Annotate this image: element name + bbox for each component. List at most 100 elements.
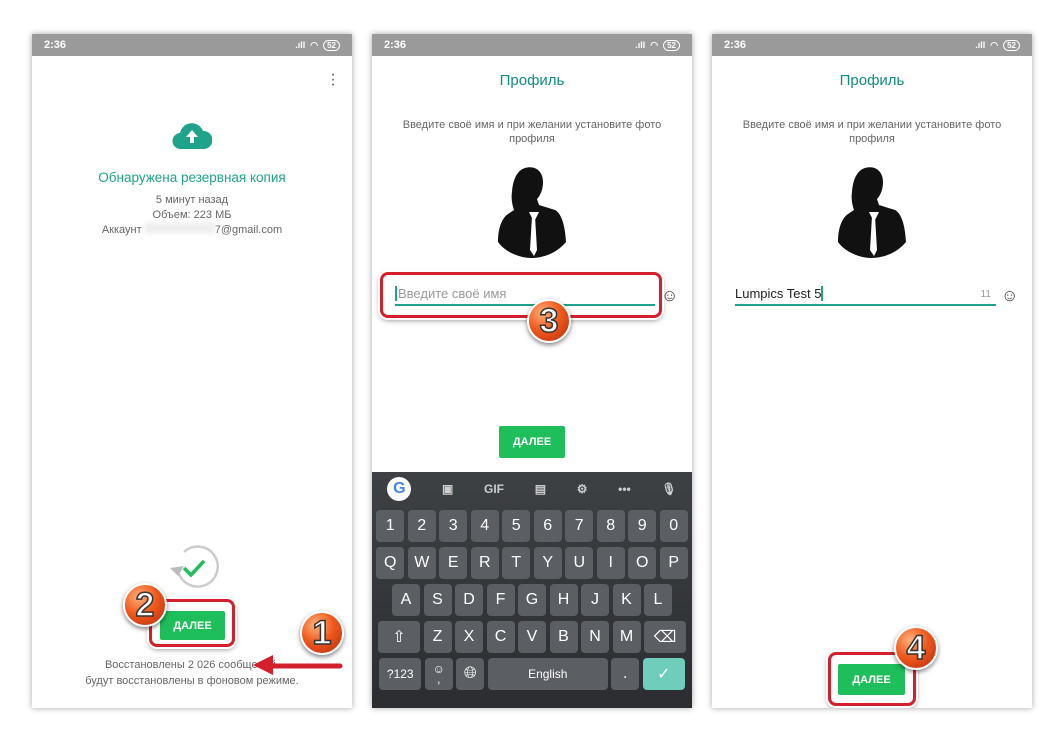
cloud-upload-icon bbox=[172, 123, 212, 150]
battery-icon: 52 bbox=[663, 39, 680, 51]
key-period[interactable]: . bbox=[611, 658, 640, 690]
key[interactable]: T bbox=[502, 547, 531, 579]
key[interactable]: 1 bbox=[376, 510, 405, 542]
step-badge-1: 1 bbox=[300, 611, 344, 655]
keyboard: G ▣ GIF ▤ ⚙ ••• 🎙︎ 1234567890QWERTYUIOPA… bbox=[372, 472, 692, 708]
next-button[interactable]: ДАЛЕЕ bbox=[499, 426, 565, 458]
key[interactable]: W bbox=[407, 547, 436, 579]
clipboard-icon[interactable]: ▤ bbox=[535, 482, 546, 496]
page-title: Профиль bbox=[839, 72, 905, 89]
subtitle-line2: профиля bbox=[509, 133, 555, 145]
google-icon[interactable]: G bbox=[387, 476, 412, 501]
profile-photo-avatar[interactable] bbox=[837, 166, 909, 258]
key[interactable]: 9 bbox=[628, 510, 657, 542]
name-placeholder: Введите своё имя bbox=[395, 286, 507, 301]
account-email: 7@gmail.com bbox=[214, 224, 283, 236]
key[interactable]: U bbox=[565, 547, 594, 579]
more-options-icon[interactable]: · · · bbox=[328, 67, 338, 93]
key[interactable]: C bbox=[486, 621, 515, 653]
emoji-icon[interactable]: ☺ bbox=[1001, 286, 1018, 306]
more-icon[interactable]: ••• bbox=[618, 482, 631, 496]
subtitle-line1: Введите своё имя и при желании установит… bbox=[742, 119, 1002, 131]
key-shift-icon[interactable]: ⇧ bbox=[378, 621, 420, 653]
key[interactable]: 7 bbox=[565, 510, 594, 542]
signal-icon: .ıll bbox=[975, 40, 986, 50]
key[interactable]: D bbox=[455, 584, 483, 616]
backup-found-screen: 2:36 .ıll ◠ 52 · · · Обнаружена резервная ко… bbox=[32, 34, 352, 708]
signal-icon: .ıll bbox=[635, 40, 646, 50]
key[interactable]: Q bbox=[376, 547, 405, 579]
key[interactable]: J bbox=[581, 584, 609, 616]
key[interactable]: B bbox=[549, 621, 578, 653]
next-button[interactable]: ДАЛЕЕ bbox=[160, 611, 225, 640]
next-button[interactable]: ДАЛЕЕ bbox=[838, 664, 905, 695]
step-badge-4: 4 bbox=[894, 626, 938, 670]
key[interactable]: H bbox=[549, 584, 578, 616]
emoji-icon[interactable]: ☺ bbox=[661, 286, 678, 306]
subtitle-line1: Введите своё имя и при желании установит… bbox=[402, 119, 662, 131]
profile-photo-avatar[interactable] bbox=[497, 166, 569, 258]
battery-icon: 52 bbox=[323, 39, 340, 51]
key[interactable]: 3 bbox=[439, 510, 468, 542]
key[interactable]: L bbox=[644, 584, 672, 616]
wifi-icon: ◠ bbox=[310, 39, 319, 50]
keyboard-toolbar: G ▣ GIF ▤ ⚙ ••• 🎙︎ bbox=[372, 472, 692, 505]
subtitle-line2: профиля bbox=[849, 133, 895, 145]
status-time: 2:36 bbox=[384, 39, 407, 51]
profile-screen-empty: 2:36 .ıll ◠ 52 Профиль Введите своё имя и … bbox=[372, 34, 692, 708]
keyboard-row: ⇧ Z X C V B N M ⌫ bbox=[372, 621, 692, 653]
signal-icon: .ıll bbox=[295, 40, 306, 50]
name-input[interactable]: Введите своё имя bbox=[395, 286, 655, 306]
key[interactable]: 8 bbox=[596, 510, 625, 542]
step-badge-2: 2 bbox=[123, 583, 167, 627]
key[interactable]: E bbox=[439, 547, 468, 579]
battery-icon: 52 bbox=[1003, 39, 1020, 51]
key[interactable]: Y bbox=[533, 547, 562, 579]
key[interactable]: N bbox=[581, 621, 609, 653]
keyboard-row: QWERTYUIOP bbox=[372, 547, 692, 579]
key[interactable]: X bbox=[455, 621, 483, 653]
profile-screen-filled: 2:36 .ıll ◠ 52 Профиль Введите своё имя и … bbox=[712, 34, 1032, 708]
key-done-check-icon[interactable]: ✓ bbox=[642, 658, 685, 690]
key[interactable]: F bbox=[486, 584, 515, 616]
blurred-email bbox=[144, 223, 215, 233]
key[interactable]: G bbox=[518, 584, 546, 616]
sticker-icon[interactable]: ▣ bbox=[442, 482, 453, 496]
arrow-pointer bbox=[253, 655, 343, 675]
key[interactable]: R bbox=[470, 547, 499, 579]
key-comma-emoji[interactable]: ☺, bbox=[424, 658, 453, 690]
key[interactable]: V bbox=[518, 621, 546, 653]
gif-button[interactable]: GIF bbox=[484, 482, 504, 496]
account-label: Аккаунт bbox=[101, 224, 142, 236]
key[interactable]: Z bbox=[423, 621, 452, 653]
restore-done-icon bbox=[170, 545, 219, 588]
key-space[interactable]: English bbox=[487, 658, 608, 690]
backup-age: 5 минут назад bbox=[155, 194, 229, 206]
key-backspace-icon[interactable]: ⌫ bbox=[644, 621, 686, 653]
name-input[interactable]: Lumpics Test 5 11 bbox=[735, 286, 996, 306]
key[interactable]: P bbox=[659, 547, 688, 579]
settings-gear-icon[interactable]: ⚙ bbox=[577, 482, 588, 496]
step-badge-3: 3 bbox=[527, 299, 571, 343]
key[interactable]: 6 bbox=[533, 510, 562, 542]
key[interactable]: S bbox=[423, 584, 452, 616]
key[interactable]: M bbox=[612, 621, 641, 653]
key-language-globe-icon[interactable]: 🌐︎ bbox=[456, 658, 485, 690]
microphone-icon[interactable]: 🎙︎ bbox=[661, 482, 676, 496]
key[interactable]: A bbox=[392, 584, 420, 616]
status-bar: 2:36 .ıll ◠ 52 bbox=[712, 34, 1032, 56]
wifi-icon: ◠ bbox=[990, 39, 999, 50]
page-title: Профиль bbox=[499, 72, 565, 89]
key[interactable]: K bbox=[612, 584, 641, 616]
key[interactable]: 0 bbox=[659, 510, 688, 542]
key[interactable]: 2 bbox=[407, 510, 436, 542]
key[interactable]: 4 bbox=[470, 510, 499, 542]
key[interactable]: 5 bbox=[502, 510, 531, 542]
key-symbols[interactable]: ?123 bbox=[379, 658, 422, 690]
char-counter: 11 bbox=[980, 289, 991, 300]
keyboard-bottom-row: ?123 ☺, 🌐︎ English . ✓ bbox=[372, 658, 692, 690]
key[interactable]: I bbox=[596, 547, 625, 579]
key[interactable]: O bbox=[628, 547, 657, 579]
status-time: 2:36 bbox=[724, 39, 747, 51]
comma-label: , bbox=[437, 672, 441, 686]
